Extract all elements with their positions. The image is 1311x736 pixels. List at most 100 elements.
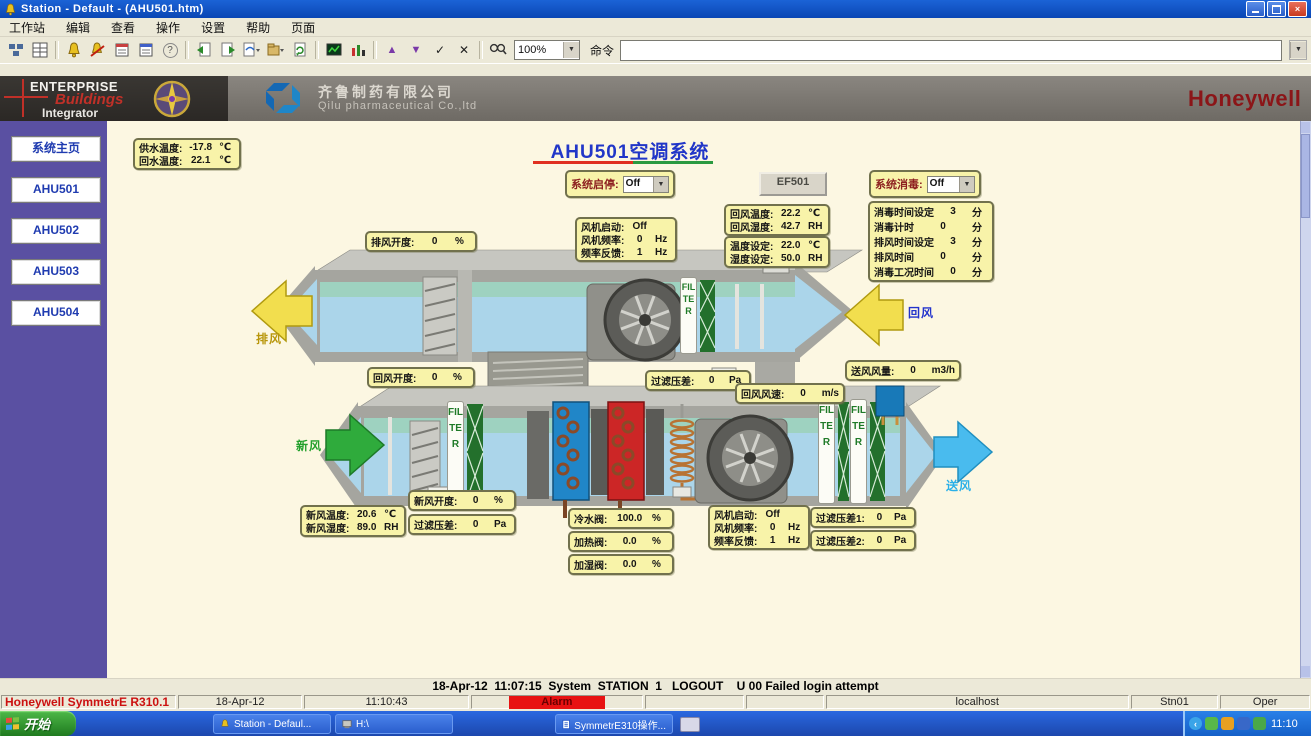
start-button[interactable]: 开始 — [0, 711, 76, 736]
field-value: 0 — [894, 365, 931, 376]
alarm-ack-bell-icon[interactable] — [86, 39, 110, 62]
system-disinfect-select[interactable]: Off ▼ — [927, 176, 975, 193]
return-arrow — [845, 285, 903, 345]
taskbar-task-document[interactable]: SymmetrE310操作... — [555, 714, 673, 734]
find-icon[interactable] — [486, 39, 510, 62]
taskbar-task-station[interactable]: Station - Defaul... — [213, 714, 331, 734]
ebi-logo-block: ENTERPRISE Buildings Integrator — [0, 76, 228, 121]
sidebar-item-ahu502[interactable]: AHU502 — [11, 218, 101, 244]
confirm-icon[interactable]: ✓ — [428, 39, 452, 62]
status-station: Stn01 — [1131, 695, 1219, 709]
command-history-select[interactable]: ▼ — [1289, 40, 1307, 60]
scroll-down-arrow[interactable] — [1301, 666, 1310, 677]
table-row: 频率反馈:1Hz — [714, 534, 804, 547]
dropdown-arrow-icon[interactable]: ▼ — [653, 177, 668, 192]
command-dropdown-icon[interactable]: ▼ — [1290, 42, 1306, 58]
menu-edit[interactable]: 编辑 — [63, 18, 93, 37]
station-icon[interactable] — [4, 39, 28, 62]
event-summary-icon[interactable] — [134, 39, 158, 62]
refresh-page-icon[interactable] — [288, 39, 312, 62]
command-input[interactable] — [620, 40, 1282, 61]
scroll-up-arrow[interactable] — [1301, 122, 1310, 133]
logo-cross-decoration — [22, 79, 24, 117]
table-row: 频率反馈:1Hz — [581, 246, 671, 259]
bookmark-icon[interactable] — [264, 39, 288, 62]
title-underline-green — [633, 161, 713, 164]
title-bar[interactable]: Station - Default - (AHU501.htm) × — [0, 0, 1311, 18]
lower-value-icon[interactable]: ▼ — [404, 39, 428, 62]
help-icon[interactable]: ? — [158, 39, 182, 62]
status-user: Oper — [1220, 695, 1310, 709]
alarm-summary-icon[interactable] — [110, 39, 134, 62]
detail-grid-icon[interactable] — [28, 39, 52, 62]
display-icon[interactable] — [322, 39, 346, 62]
table-row: 湿度设定:50.0RH — [730, 252, 824, 265]
tray-update-icon[interactable] — [1205, 717, 1218, 730]
fresh-damper-box: 新风开度:0% — [408, 490, 516, 511]
zoom-value: 100% — [515, 44, 563, 56]
field-value: 42.7 — [773, 221, 808, 232]
return-fan-status-box: 风机启动:Off 风机频率:0Hz 频率反馈:1Hz — [575, 217, 677, 262]
tray-network-icon[interactable] — [1237, 717, 1250, 730]
menu-operate[interactable]: 操作 — [153, 18, 183, 37]
tray-chevron-icon[interactable]: ‹ — [1189, 717, 1202, 730]
tray-display-icon[interactable] — [1221, 717, 1234, 730]
alarm-indicator[interactable]: Alarm — [509, 696, 605, 709]
page-recall-icon[interactable] — [240, 39, 264, 62]
field-label: 回风风速: — [741, 386, 784, 401]
field-value: 0 — [414, 236, 455, 247]
field-unit: ℃ — [219, 142, 235, 153]
scrollbar-thumb[interactable] — [1301, 134, 1310, 218]
sidebar-item-home[interactable]: 系统主页 — [11, 136, 101, 162]
return-velocity-box: 回风风速:0m/s — [735, 383, 845, 404]
drive-icon — [342, 719, 352, 729]
system-start-box: 系统启停: Off ▼ — [565, 170, 675, 198]
page-title: AHU501空调系统 — [515, 137, 745, 164]
alarm-bell-icon[interactable] — [62, 39, 86, 62]
ef501-button[interactable]: EF501 — [759, 172, 827, 196]
menu-workstation[interactable]: 工作站 — [6, 18, 48, 37]
dropdown-arrow-icon[interactable]: ▼ — [959, 177, 974, 192]
exhaust-damper-box: 排风开度:0% — [365, 231, 477, 252]
disinfect-panel: 消毒时间设定3分 消毒计时0分 排风时间设定3分 排风时间0分 消毒工况时间0分 — [868, 201, 994, 282]
supply-fan — [695, 416, 792, 503]
field-label: 回水温度: — [139, 153, 182, 168]
raise-value-icon[interactable]: ▲ — [380, 39, 404, 62]
field-label: 新风开度: — [414, 493, 457, 508]
table-row: 过滤压差1:0Pa — [816, 510, 910, 525]
zoom-select[interactable]: 100% ▼ — [514, 40, 580, 60]
field-value: 50.0 — [773, 253, 808, 264]
menu-help[interactable]: 帮助 — [243, 18, 273, 37]
restore-button[interactable] — [1267, 1, 1286, 17]
status-time: 11:10:43 — [304, 695, 469, 709]
trend-icon[interactable] — [346, 39, 370, 62]
menu-page[interactable]: 页面 — [288, 18, 318, 37]
return-air-box: 回风温度:22.2℃ 回风湿度:42.7RH — [724, 204, 830, 236]
field-value: 20.6 — [349, 509, 384, 520]
menu-settings[interactable]: 设置 — [198, 18, 228, 37]
field-unit: % — [494, 495, 510, 506]
field-value: 0 — [624, 234, 655, 245]
field-value: 0 — [457, 519, 494, 530]
sidebar-item-ahu503[interactable]: AHU503 — [11, 259, 101, 285]
zoom-dropdown-icon[interactable]: ▼ — [563, 42, 579, 58]
page-forward-icon[interactable] — [216, 39, 240, 62]
sidebar-item-ahu501[interactable]: AHU501 — [11, 177, 101, 203]
menu-view[interactable]: 查看 — [108, 18, 138, 37]
ebi-logo-line3: Integrator — [42, 106, 98, 120]
tray-battery-icon[interactable] — [1253, 717, 1266, 730]
page-back-icon[interactable] — [192, 39, 216, 62]
field-value: -17.8 — [182, 142, 219, 153]
fresh-air-box: 新风温度:20.6℃ 新风湿度:89.0RH — [300, 505, 406, 537]
table-row: 回水温度:22.1℃ — [139, 154, 235, 167]
table-row: 回风开度:0% — [373, 370, 469, 385]
taskbar-task-explorer[interactable]: H:\ — [335, 714, 453, 734]
system-start-select[interactable]: Off ▼ — [623, 176, 669, 193]
taskbar-clock: 11:10 — [1271, 718, 1298, 730]
sidebar-item-ahu504[interactable]: AHU504 — [11, 300, 101, 326]
cancel-icon[interactable]: ✕ — [452, 39, 476, 62]
minimize-button[interactable] — [1246, 1, 1265, 17]
language-bar-icon[interactable] — [680, 717, 700, 732]
task-label: Station - Defaul... — [234, 719, 311, 730]
close-button[interactable]: × — [1288, 1, 1307, 17]
